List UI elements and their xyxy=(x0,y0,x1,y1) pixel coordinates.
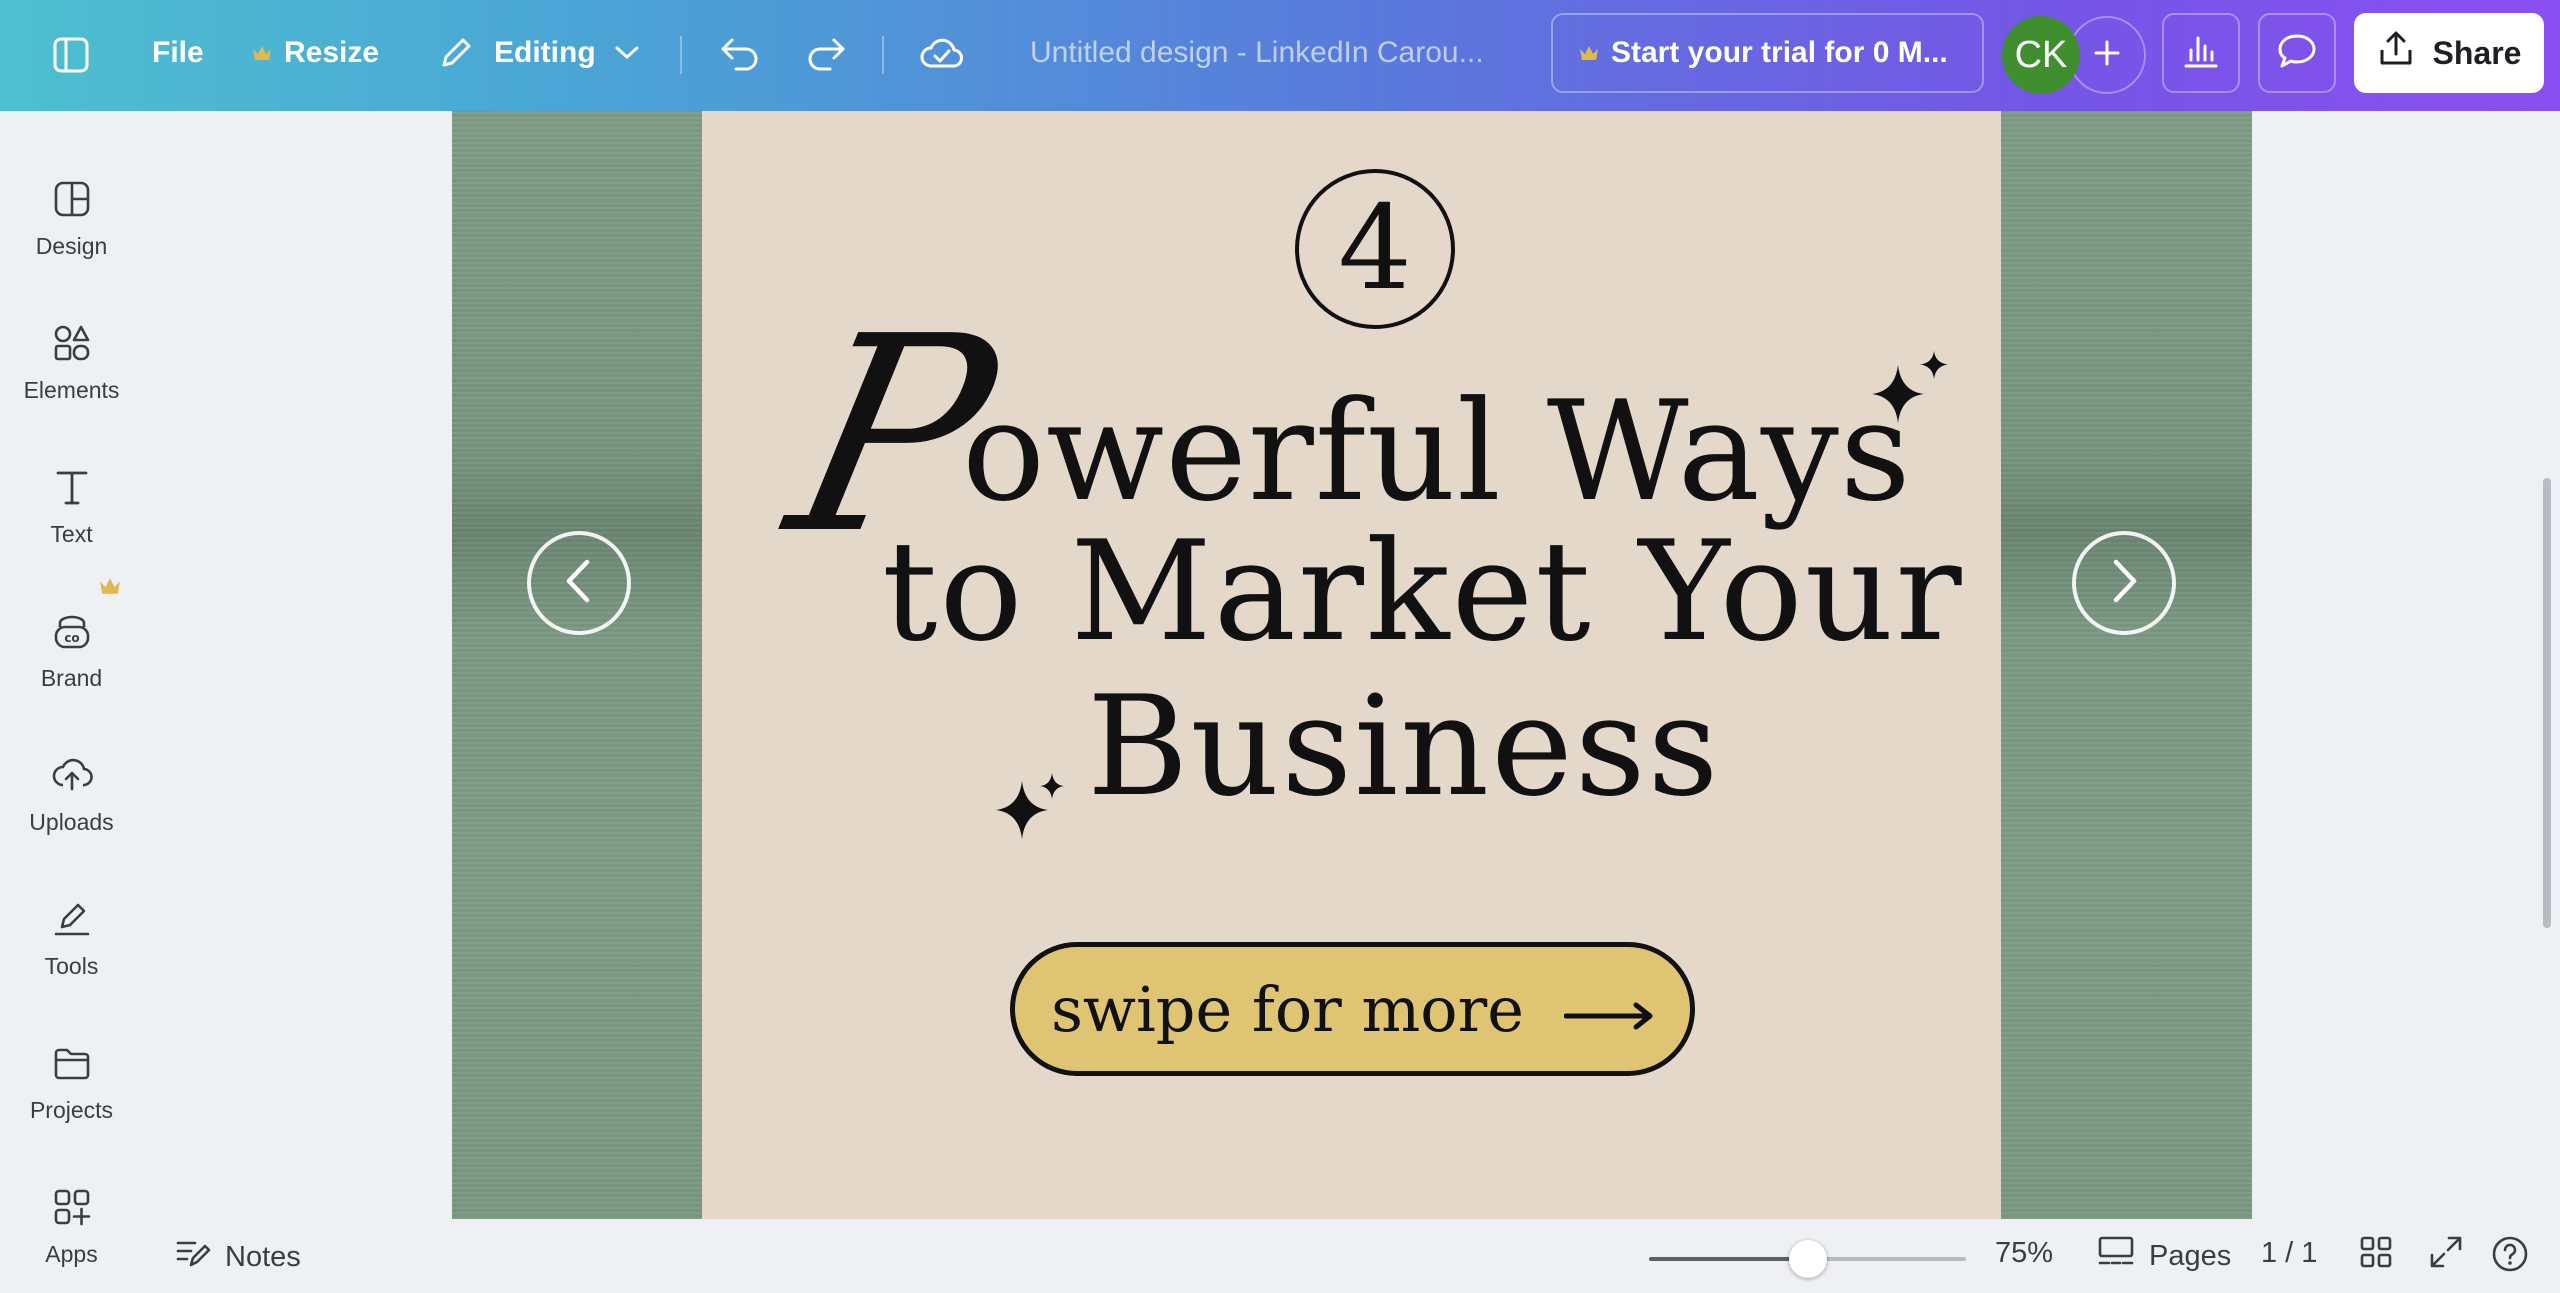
grid-view-icon xyxy=(2359,1235,2393,1277)
sidebar-item-label: Elements xyxy=(23,377,120,403)
toolbar-divider xyxy=(882,36,884,74)
cloud-check-icon xyxy=(918,34,966,74)
zoom-level[interactable]: 75% xyxy=(1995,1237,2053,1270)
help-icon xyxy=(2491,1235,2529,1281)
uploads-icon xyxy=(51,731,93,795)
apps-icon xyxy=(52,1163,92,1227)
pages-label: Pages xyxy=(2149,1239,2232,1272)
file-menu-label: File xyxy=(152,36,204,69)
pages-icon xyxy=(2097,1235,2135,1277)
sidebar-item-projects[interactable]: Projects xyxy=(0,1019,143,1149)
headline-line-3[interactable]: Business xyxy=(1087,666,1720,827)
brand-icon: co xyxy=(52,587,92,651)
comments-button[interactable] xyxy=(2258,13,2336,93)
step-number-circle[interactable]: 4 xyxy=(1295,169,1455,329)
redo-button[interactable] xyxy=(804,34,848,74)
projects-icon xyxy=(52,1019,92,1083)
crown-icon xyxy=(1579,36,1599,70)
design-title[interactable]: Untitled design - LinkedIn Carou... xyxy=(1030,36,1484,70)
design-page[interactable]: 4 P owerful Ways to Market Your Business… xyxy=(452,111,2252,1219)
page-counter: 1 / 1 xyxy=(2261,1237,2318,1269)
notes-label: Notes xyxy=(225,1240,301,1273)
notes-icon xyxy=(175,1237,211,1277)
sidebar-item-label: Design xyxy=(35,233,108,259)
crown-icon xyxy=(252,44,272,62)
sidebar-item-label: Text xyxy=(50,521,93,547)
help-button[interactable] xyxy=(2491,1235,2529,1281)
cloud-saved-status[interactable] xyxy=(918,34,966,74)
chevron-right-icon xyxy=(2104,556,2144,611)
sidebar-item-label: Apps xyxy=(45,1241,98,1267)
avatar[interactable]: CK xyxy=(2002,16,2080,94)
zoom-slider[interactable] xyxy=(1649,1240,1966,1278)
insights-button[interactable] xyxy=(2162,13,2240,93)
text-icon xyxy=(52,443,92,507)
redo-icon xyxy=(804,34,848,74)
share-button[interactable]: Share xyxy=(2354,13,2544,93)
headline-line-2[interactable]: to Market Your xyxy=(882,511,1964,672)
share-label: Share xyxy=(2432,34,2522,71)
pages-button[interactable]: Pages xyxy=(2097,1235,2231,1277)
sidebar-toggle-icon[interactable] xyxy=(52,36,90,74)
left-green-panel xyxy=(452,111,702,1219)
resize-label: Resize xyxy=(284,36,380,69)
undo-icon xyxy=(718,34,762,74)
sidebar-item-label: Projects xyxy=(29,1097,114,1123)
sidebar-item-elements[interactable]: Elements xyxy=(0,299,143,429)
swipe-button-label: swipe for more xyxy=(1051,972,1524,1046)
beige-panel: 4 P owerful Ways to Market Your Business… xyxy=(702,111,2001,1219)
grid-view-button[interactable] xyxy=(2359,1235,2393,1277)
previous-slide-button[interactable] xyxy=(527,531,631,635)
zoom-slider-fill xyxy=(1649,1257,1808,1261)
headline-line-1[interactable]: owerful Ways xyxy=(962,371,1912,532)
pencil-icon xyxy=(436,33,476,73)
sidebar-item-text[interactable]: Text xyxy=(0,443,143,573)
design-icon xyxy=(52,155,92,219)
sidebar-item-tools[interactable]: Tools xyxy=(0,875,143,1005)
sidebar-item-label: Brand xyxy=(40,665,103,691)
notes-button[interactable]: Notes xyxy=(175,1237,301,1277)
elements-icon xyxy=(52,299,92,363)
tools-icon xyxy=(52,875,92,939)
chevron-down-icon xyxy=(614,45,640,61)
swipe-for-more-button[interactable]: swipe for more xyxy=(1010,942,1695,1076)
plus-icon xyxy=(2092,38,2122,73)
crown-icon xyxy=(98,575,122,602)
bar-chart-icon xyxy=(2182,32,2220,75)
left-sidebar: Design Elements Text co Brand Uploads To… xyxy=(0,111,143,1288)
chevron-left-icon xyxy=(559,556,599,611)
svg-text:co: co xyxy=(64,631,79,645)
bottom-bar: Notes 75% Pages 1 / 1 xyxy=(143,1219,2560,1288)
sidebar-item-uploads[interactable]: Uploads xyxy=(0,731,143,861)
zoom-slider-handle[interactable] xyxy=(1788,1240,1827,1278)
editing-label: Editing xyxy=(494,36,596,69)
start-trial-button[interactable]: Start your trial for 0 M... xyxy=(1551,13,1984,93)
expand-icon xyxy=(2429,1235,2463,1277)
top-bar: File Resize Editing Untitled design - Li… xyxy=(0,0,2560,111)
file-menu-button[interactable]: File xyxy=(152,36,204,70)
next-slide-button[interactable] xyxy=(2072,531,2176,635)
sidebar-item-label: Tools xyxy=(44,953,99,979)
sidebar-item-design[interactable]: Design xyxy=(0,155,143,285)
comment-icon xyxy=(2276,31,2318,76)
undo-button[interactable] xyxy=(718,34,762,74)
vertical-scrollbar[interactable] xyxy=(2543,478,2551,928)
trial-label: Start your trial for 0 M... xyxy=(1611,36,1948,69)
toolbar-divider xyxy=(680,36,682,74)
sparkle-icon xyxy=(994,759,1066,848)
long-arrow-right-icon xyxy=(1563,973,1654,1046)
canvas-area: 4 P owerful Ways to Market Your Business… xyxy=(143,111,2560,1219)
editing-mode-dropdown[interactable]: Editing xyxy=(436,33,640,73)
resize-button[interactable]: Resize xyxy=(252,36,379,70)
sidebar-item-apps[interactable]: Apps xyxy=(0,1163,143,1293)
upload-share-icon xyxy=(2377,30,2415,76)
fullscreen-button[interactable] xyxy=(2429,1235,2463,1277)
sidebar-item-brand[interactable]: co Brand xyxy=(0,578,143,717)
sidebar-item-label: Uploads xyxy=(29,809,114,835)
right-green-panel xyxy=(2001,111,2251,1219)
